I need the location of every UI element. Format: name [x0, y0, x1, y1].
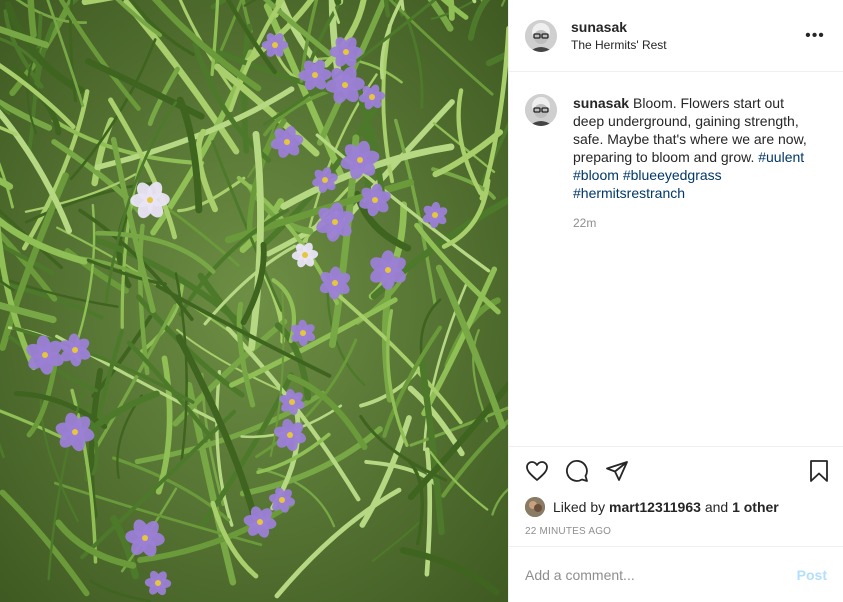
author-avatar[interactable] [525, 19, 557, 52]
post-comment-button[interactable]: Post [797, 567, 827, 583]
caption: sunasak Bloom. Flowers start out deep und… [525, 94, 827, 230]
instagram-post-modal: sunasak The Hermits' Rest ••• sunasak Bl… [0, 0, 843, 602]
post-timestamp: 22 MINUTES AGO [525, 526, 612, 537]
likes-conjunction: and [704, 499, 729, 515]
share-icon[interactable] [605, 459, 629, 483]
caption-author-avatar[interactable] [525, 94, 557, 126]
post-header: sunasak The Hermits' Rest ••• [509, 0, 843, 72]
likes-others[interactable]: 1 other [732, 499, 779, 515]
caption-timestamp: 22m [573, 216, 597, 230]
heart-icon[interactable] [525, 459, 549, 483]
hashtag-uulent[interactable]: #uulent [758, 149, 804, 165]
hashtag-bloom[interactable]: #bloom [573, 167, 619, 183]
comment-box: Post [509, 546, 843, 602]
bookmark-icon[interactable] [807, 459, 831, 483]
liker-username[interactable]: mart12311963 [609, 499, 701, 515]
author-username[interactable]: sunasak [571, 19, 803, 35]
caption-text: sunasak Bloom. Flowers start out deep und… [573, 94, 818, 202]
more-options-icon[interactable]: ••• [803, 24, 827, 48]
comment-input[interactable] [525, 566, 797, 583]
caption-username[interactable]: sunasak [573, 95, 629, 111]
action-bar [509, 446, 843, 494]
hashtag-hermitsrestranch[interactable]: #hermitsrestranch [573, 185, 685, 201]
liker-avatar[interactable] [525, 497, 545, 517]
header-text: sunasak The Hermits' Rest [571, 19, 803, 52]
post-side-panel: sunasak The Hermits' Rest ••• sunasak Bl… [508, 0, 843, 602]
hashtag-blueeyedgrass[interactable]: #blueeyedgrass [623, 167, 722, 183]
post-location[interactable]: The Hermits' Rest [571, 38, 803, 52]
comments-area: sunasak Bloom. Flowers start out deep und… [509, 72, 843, 440]
post-photo[interactable] [0, 0, 508, 602]
likes-line: Liked by mart12311963 and 1 other [509, 494, 843, 520]
comment-icon[interactable] [565, 459, 589, 483]
photo-of-blue-eyed-grass-flowers [0, 0, 508, 602]
likes-prefix: Liked by [553, 499, 606, 515]
